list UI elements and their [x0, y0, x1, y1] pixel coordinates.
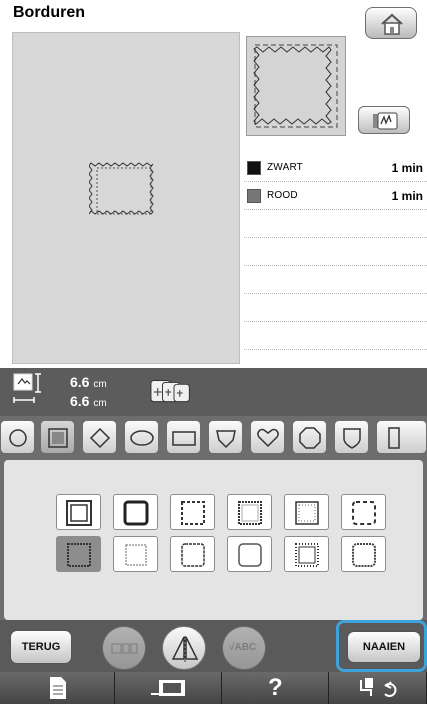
document-icon	[50, 677, 66, 699]
shape-tabs	[0, 416, 427, 458]
dotted-square-icon	[352, 501, 376, 525]
frame-style-7[interactable]	[56, 536, 101, 572]
frame-style-3[interactable]	[170, 494, 215, 530]
thread-row: ZWART 1 min	[244, 154, 427, 182]
presser-foot-icon	[360, 678, 397, 697]
tab-ellipse[interactable]	[124, 420, 159, 454]
empty-row	[244, 322, 427, 350]
sew-highlight: NAAIEN	[336, 620, 427, 672]
hoop-button[interactable]	[358, 106, 410, 134]
info-button[interactable]	[0, 672, 115, 704]
empty-row	[244, 210, 427, 238]
thread-name: ROOD	[267, 190, 298, 201]
thread-color-list: ZWART 1 min ROOD 1 min	[244, 154, 427, 350]
tab-rectangle[interactable]	[166, 420, 201, 454]
page-title: Borduren	[13, 4, 85, 21]
zigzag-square-icon	[67, 543, 91, 567]
frame-style-4[interactable]	[227, 494, 272, 530]
tall-rectangle-icon	[388, 427, 400, 449]
abc-label: √ABC	[229, 642, 257, 653]
wavy-square-icon	[238, 501, 262, 525]
home-icon	[381, 13, 403, 35]
frame-style-12[interactable]	[341, 536, 386, 572]
action-bar: TERUG √ABC NAAIEN	[0, 620, 427, 672]
sewing-machine-icon	[151, 680, 185, 696]
thread-name: ZWART	[267, 162, 303, 173]
heart-icon	[257, 428, 279, 448]
mirror-icon	[171, 636, 199, 662]
sew-button[interactable]: NAAIEN	[347, 631, 421, 663]
frame-style-2[interactable]	[113, 494, 158, 530]
frame-style-9[interactable]	[170, 536, 215, 572]
frame-style-8[interactable]	[113, 536, 158, 572]
empty-row	[244, 294, 427, 322]
square-frame-preview	[89, 162, 154, 215]
mirror-button[interactable]	[162, 626, 206, 670]
light-square-icon	[125, 544, 147, 566]
edit-panel: 6.6 cm 6.6 cm TERUG √ABC NAAIEN	[0, 368, 427, 672]
frame-style-grid	[4, 460, 423, 620]
array-icon	[111, 643, 138, 654]
help-icon: ?	[268, 674, 283, 701]
unit-label: cm	[93, 398, 107, 409]
frame-style-5[interactable]	[284, 494, 329, 530]
rectangle-icon	[172, 431, 196, 446]
empty-row	[244, 266, 427, 294]
thread-time: 1 min	[391, 189, 423, 203]
bold-square-icon	[123, 500, 149, 526]
thread-time: 1 min	[391, 161, 423, 175]
frame-style-11[interactable]	[284, 536, 329, 572]
circle-icon	[9, 429, 27, 447]
tab-square[interactable]	[40, 420, 75, 454]
diamond-icon	[89, 427, 111, 449]
frame-thumbnail-icon	[253, 44, 338, 128]
camera-button[interactable]	[115, 672, 222, 704]
help-button[interactable]: ?	[222, 672, 329, 704]
design-thumbnail	[246, 36, 346, 136]
embroidery-hoop-icon	[373, 112, 398, 130]
square-icon	[48, 428, 68, 448]
home-button[interactable]	[365, 7, 417, 39]
frame-style-1[interactable]	[56, 494, 101, 530]
thread-swatch	[247, 161, 261, 175]
settings-button[interactable]	[329, 672, 427, 704]
tab-heart[interactable]	[250, 420, 285, 454]
width-value: 6.6	[70, 393, 90, 409]
tab-octagon[interactable]	[292, 420, 327, 454]
tab-diamond[interactable]	[82, 420, 117, 454]
stitch-square-icon	[295, 501, 319, 525]
octagon-icon	[299, 427, 321, 449]
back-button[interactable]: TERUG	[10, 630, 72, 664]
soft-square-icon	[352, 543, 376, 567]
ellipse-icon	[130, 430, 154, 446]
tab-crest[interactable]	[334, 420, 369, 454]
size-values: 6.6 cm 6.6 cm	[70, 374, 107, 412]
rounded-dashed-square-icon	[181, 543, 205, 567]
bottom-nav: ?	[0, 672, 427, 704]
double-square-icon	[66, 500, 92, 526]
frame-style-10[interactable]	[227, 536, 272, 572]
scallop-square-icon	[295, 543, 319, 567]
tab-tall-rectangle[interactable]	[376, 420, 427, 454]
tab-shield[interactable]	[208, 420, 243, 454]
size-display: 6.6 cm 6.6 cm	[0, 368, 427, 416]
rounded-square-icon	[238, 543, 262, 567]
multi-frame-icon[interactable]	[150, 378, 198, 406]
dashed-square-icon	[181, 501, 205, 525]
size-icon	[13, 373, 41, 403]
frame-style-6[interactable]	[341, 494, 386, 530]
shield-icon	[216, 430, 236, 449]
preview-area: Borduren ZWART 1 min ROOD 1 min	[0, 0, 427, 368]
abc-button[interactable]: √ABC	[222, 626, 266, 670]
array-button[interactable]	[102, 626, 146, 670]
crest-icon	[343, 428, 361, 449]
tab-circle[interactable]	[0, 420, 35, 454]
embroidery-canvas	[12, 32, 240, 364]
height-value: 6.6	[70, 374, 90, 390]
thread-swatch	[247, 189, 261, 203]
thread-row: ROOD 1 min	[244, 182, 427, 210]
empty-row	[244, 238, 427, 266]
unit-label: cm	[93, 379, 107, 390]
